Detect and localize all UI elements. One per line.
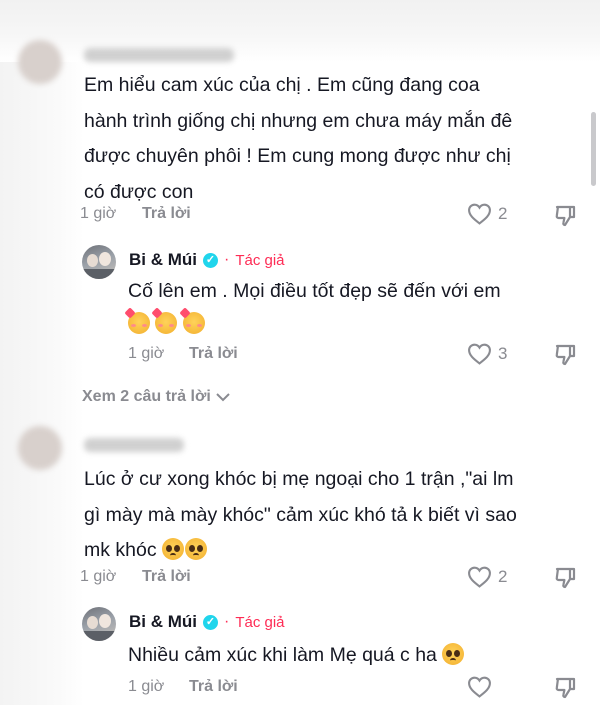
dislike-icon[interactable] [553, 565, 577, 589]
dislike-icon[interactable] [553, 203, 577, 227]
chevron-down-icon [216, 393, 230, 402]
separator-dot: · [224, 613, 230, 630]
reply-button[interactable]: Trả lời [189, 345, 238, 363]
like-count: 2 [498, 203, 508, 223]
separator-dot: · [224, 251, 230, 268]
username[interactable] [84, 438, 184, 452]
pleading-face-emoji [185, 538, 208, 560]
emoji-row [128, 312, 206, 335]
author-badge: Tác giả [235, 613, 285, 631]
scrollbar[interactable] [591, 112, 596, 186]
comment-time: 1 giờ [80, 205, 117, 222]
blush-hearts-emoji [182, 312, 205, 334]
reply-time: 1 giờ [128, 345, 165, 362]
comment-time: 1 giờ [80, 568, 117, 585]
avatar[interactable] [18, 426, 62, 470]
pleading-face-emoji [442, 643, 465, 665]
like-button[interactable]: 2 [467, 202, 507, 225]
username[interactable] [84, 48, 234, 62]
like-count: 3 [498, 343, 508, 363]
reply-author: Bi & Múi ✓ · Tác giả [129, 612, 285, 632]
blush-hearts-emoji [155, 312, 178, 334]
author-name[interactable]: Bi & Múi [129, 612, 197, 632]
reply-text: Nhiều cảm xúc khi làm Mẹ quá c ha [128, 643, 465, 667]
blurred-left-edge [0, 0, 84, 705]
like-count: 2 [498, 566, 508, 586]
comment-text: Lúc ở cư xong khóc bị mẹ ngoại cho 1 trậ… [84, 468, 517, 561]
dislike-icon[interactable] [553, 342, 577, 366]
avatar[interactable] [82, 245, 116, 279]
reply-button[interactable]: Trả lời [142, 205, 191, 223]
comment-text: Em hiểu cam xúc của chị . Em cũng đang c… [84, 74, 513, 203]
reply-author: Bi & Múi ✓ · Tác giả [129, 250, 285, 270]
reply-time: 1 giờ [128, 678, 165, 695]
author-badge: Tác giả [235, 251, 285, 269]
heart-icon [468, 343, 491, 365]
like-button[interactable] [467, 675, 492, 698]
reply-text: Cố lên em . Mọi điều tốt đẹp sẽ đến với … [128, 280, 501, 302]
pleading-face-emoji [162, 538, 185, 560]
dislike-icon[interactable] [553, 675, 577, 699]
reply-button[interactable]: Trả lời [189, 678, 238, 696]
like-button[interactable]: 2 [467, 565, 507, 588]
view-replies-button[interactable]: Xem 2 câu trả lời [82, 388, 231, 406]
verified-icon: ✓ [203, 614, 218, 630]
avatar[interactable] [82, 607, 116, 641]
heart-icon [468, 676, 491, 698]
verified-icon: ✓ [203, 252, 218, 268]
author-name[interactable]: Bi & Múi [129, 250, 197, 270]
like-button[interactable]: 3 [467, 342, 507, 365]
blush-hearts-emoji [128, 312, 150, 334]
heart-icon [468, 203, 491, 225]
heart-icon [468, 566, 491, 588]
reply-button[interactable]: Trả lời [142, 568, 191, 586]
avatar[interactable] [18, 40, 62, 84]
